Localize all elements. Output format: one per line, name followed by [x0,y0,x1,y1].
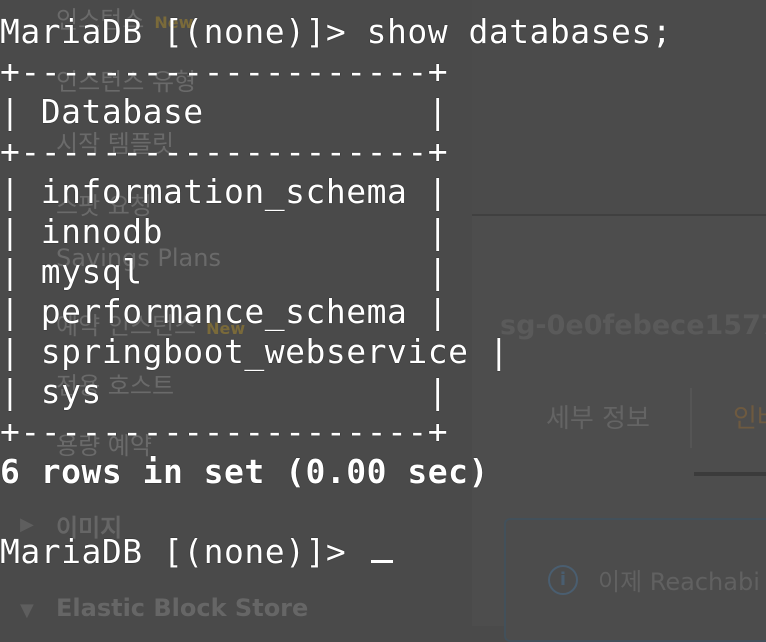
table-row: | mysql | [0,252,449,291]
table-row: | innodb | [0,212,449,251]
text-cursor [370,560,393,563]
table-row: | sys | [0,372,449,411]
table-border-top: +--------------------+ [0,52,449,91]
result-summary: 6 rows in set (0.00 sec) [0,452,489,491]
table-row: | performance_schema | [0,292,449,331]
table-border-bottom: +--------------------+ [0,412,449,451]
table-row: | springboot_webservice | [0,332,510,371]
table-header: | Database | [0,92,449,131]
terminal-overlay[interactable]: MariaDB [(none)]> show databases; +-----… [0,0,766,624]
command-line: MariaDB [(none)]> show databases; [0,12,673,51]
prompt-text: MariaDB [(none)]> [0,532,367,571]
table-row: | information_schema | [0,172,449,211]
table-border-mid: +--------------------+ [0,132,449,171]
prompt-line[interactable]: MariaDB [(none)]> [0,532,393,572]
